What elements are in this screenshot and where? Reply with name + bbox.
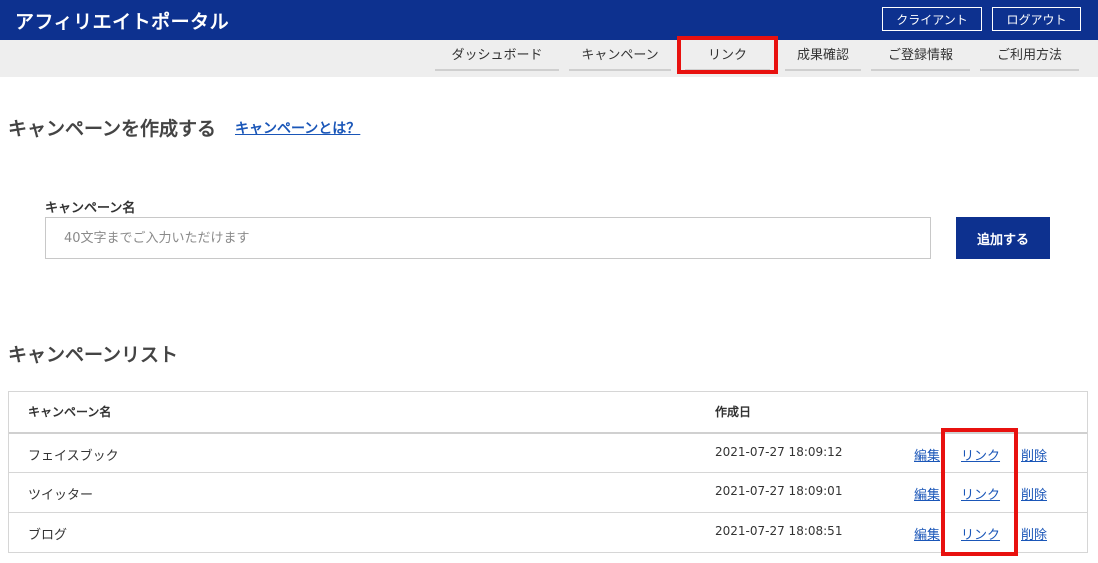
edit-link[interactable]: 編集 [914,524,940,543]
link-column-highlight-box [941,428,1018,556]
column-header-date: 作成日 [715,405,752,419]
create-section-title: キャンペーンを作成する [8,118,217,140]
delete-link[interactable]: 削除 [1021,484,1047,503]
created-date: 2021-07-27 18:09:12 [715,445,843,459]
nav-dashboard[interactable]: ダッシュボード [435,45,559,71]
main-nav: ダッシュボード キャンペーン リンク 成果確認 ご登録情報 ご利用方法 [0,40,1098,77]
nav-registration-info[interactable]: ご登録情報 [871,45,970,71]
add-campaign-button[interactable]: 追加する [956,217,1050,259]
logout-button[interactable]: ログアウト [992,7,1081,31]
delete-link[interactable]: 削除 [1021,524,1047,543]
top-header: アフィリエイトポータル クライアント ログアウト [0,0,1098,40]
edit-link[interactable]: 編集 [914,484,940,503]
created-date: 2021-07-27 18:09:01 [715,484,843,498]
delete-link[interactable]: 削除 [1021,445,1047,464]
campaign-table: キャンペーン名 作成日 フェイスブック 2021-07-27 18:09:12 … [8,391,1088,553]
table-header-row: キャンペーン名 作成日 [9,392,1087,432]
campaign-help-link[interactable]: キャンペーンとは？ [235,118,360,138]
campaign-name-input[interactable] [45,217,931,259]
table-row: フェイスブック 2021-07-27 18:09:12 編集 リンク 削除 [9,432,1087,472]
campaign-name: ブログ [28,528,68,543]
table-row: ツイッター 2021-07-27 18:09:01 編集 リンク 削除 [9,472,1087,512]
campaign-name: フェイスブック [28,449,119,464]
nav-usage-guide[interactable]: ご利用方法 [980,45,1079,71]
client-button[interactable]: クライアント [882,7,982,31]
nav-results[interactable]: 成果確認 [785,45,861,71]
created-date: 2021-07-27 18:08:51 [715,524,843,538]
app-title: アフィリエイトポータル [15,11,230,33]
edit-link[interactable]: 編集 [914,445,940,464]
nav-campaign[interactable]: キャンペーン [569,45,671,71]
list-section-title: キャンペーンリスト [8,344,179,366]
table-row: ブログ 2021-07-27 18:08:51 編集 リンク 削除 [9,512,1087,552]
campaign-name: ツイッター [28,488,94,503]
nav-link-highlight-box [677,36,778,74]
campaign-name-label: キャンペーン名 [45,201,136,216]
column-header-name: キャンペーン名 [28,405,112,419]
